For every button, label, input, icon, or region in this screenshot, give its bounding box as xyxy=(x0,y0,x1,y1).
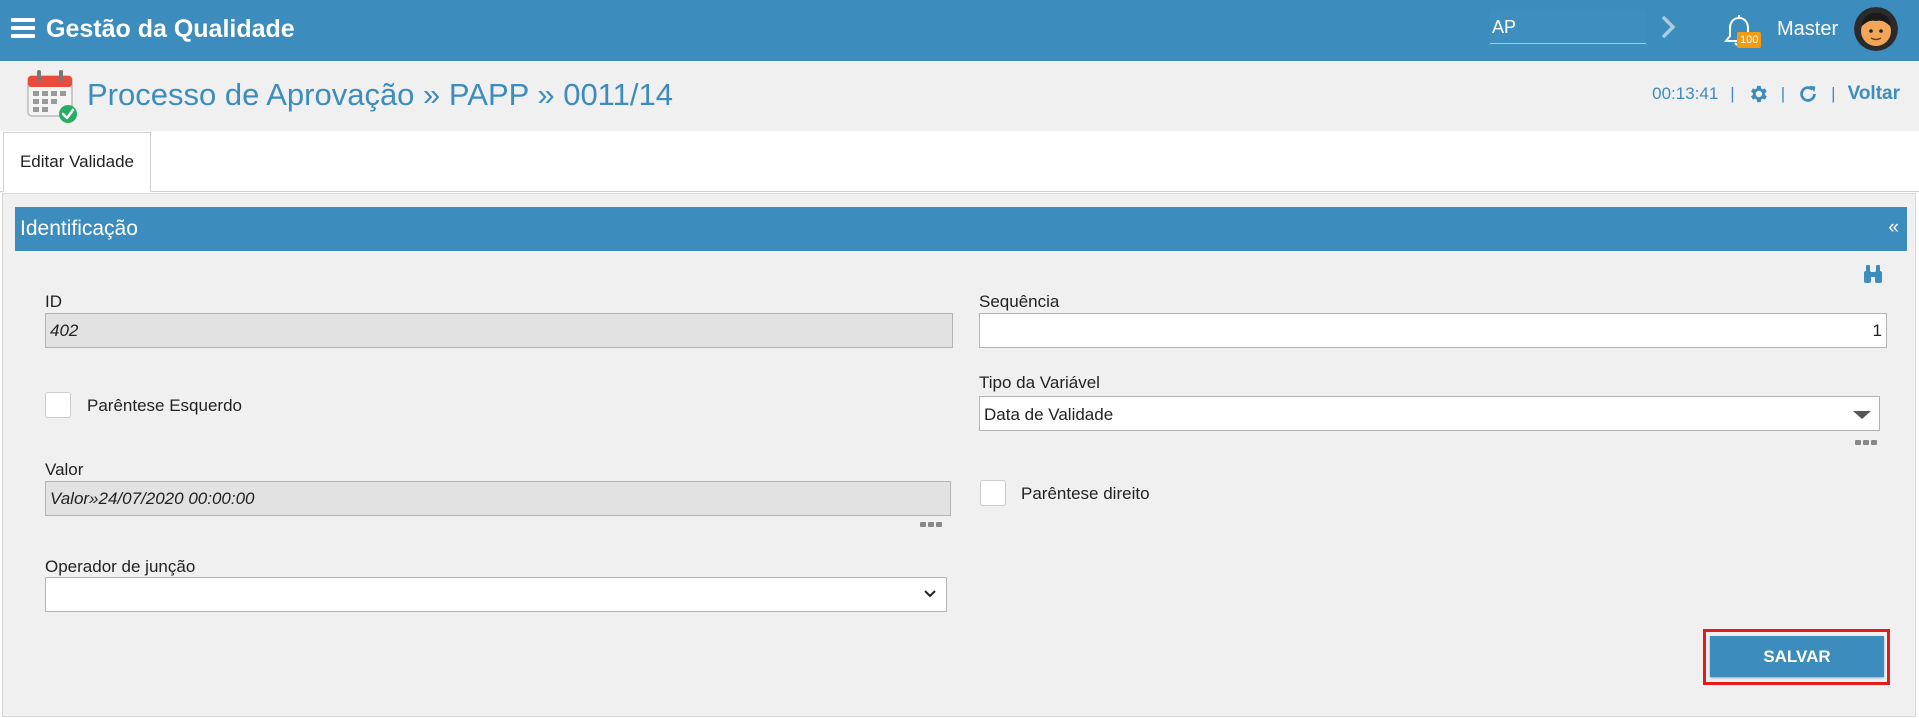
calendar-check-icon xyxy=(27,70,77,123)
collapse-icon[interactable]: « xyxy=(1888,217,1899,239)
tab-editar-validade[interactable]: Editar Validade xyxy=(3,132,151,192)
refresh-icon xyxy=(1800,85,1816,102)
search-input[interactable] xyxy=(1490,11,1646,44)
tab-bar xyxy=(0,131,1919,192)
id-label: ID xyxy=(45,292,62,311)
header-tools: 00:13:41 | | | Voltar xyxy=(1652,80,1900,108)
form-content xyxy=(2,193,1916,717)
binoculars-icon[interactable] xyxy=(1862,264,1884,284)
sequencia-label: Sequência xyxy=(979,292,1060,311)
dropdown-caret-icon xyxy=(1853,411,1871,419)
operador-juncao-label: Operador de junção xyxy=(45,557,196,576)
app-title: Gestão da Qualidade xyxy=(46,15,295,43)
valor-field[interactable] xyxy=(45,481,951,516)
operador-juncao-select[interactable] xyxy=(45,577,947,612)
back-button[interactable]: Voltar xyxy=(1848,83,1900,105)
tipo-variavel-more-icon[interactable] xyxy=(1855,440,1877,445)
refresh-button[interactable] xyxy=(1797,83,1819,105)
parentese-direito-checkbox[interactable] xyxy=(980,480,1006,506)
save-button[interactable]: SALVAR xyxy=(1710,636,1884,677)
chevron-right-icon[interactable] xyxy=(1660,15,1678,39)
menu-icon[interactable] xyxy=(11,18,35,40)
chevron-down-icon xyxy=(924,590,936,598)
tipo-variavel-value: Data de Validade xyxy=(984,405,1114,424)
divider: | xyxy=(1831,84,1836,103)
settings-button[interactable] xyxy=(1747,83,1769,105)
sequencia-field[interactable] xyxy=(979,313,1887,348)
valor-more-icon[interactable] xyxy=(920,522,942,527)
id-field[interactable] xyxy=(45,313,953,348)
divider: | xyxy=(1730,84,1735,103)
page-title: Processo de Aprovação » PAPP » 0011/14 xyxy=(87,77,673,112)
session-timer: 00:13:41 xyxy=(1652,84,1719,103)
valor-label: Valor xyxy=(45,460,84,479)
tipo-variavel-label: Tipo da Variável xyxy=(979,373,1100,392)
user-name[interactable]: Master xyxy=(1777,18,1838,41)
panel-header[interactable]: Identificação « xyxy=(15,207,1907,251)
gear-icon xyxy=(1750,85,1767,103)
tipo-variavel-select[interactable]: Data de Validade xyxy=(979,396,1880,431)
divider: | xyxy=(1780,84,1786,103)
panel-title: Identificação xyxy=(20,217,138,240)
parentese-esquerdo-checkbox[interactable] xyxy=(45,392,71,418)
notification-badge: 100 xyxy=(1737,32,1762,48)
parentese-direito-label: Parêntese direito xyxy=(1021,484,1150,503)
avatar[interactable] xyxy=(1854,7,1898,51)
parentese-esquerdo-label: Parêntese Esquerdo xyxy=(87,396,242,415)
